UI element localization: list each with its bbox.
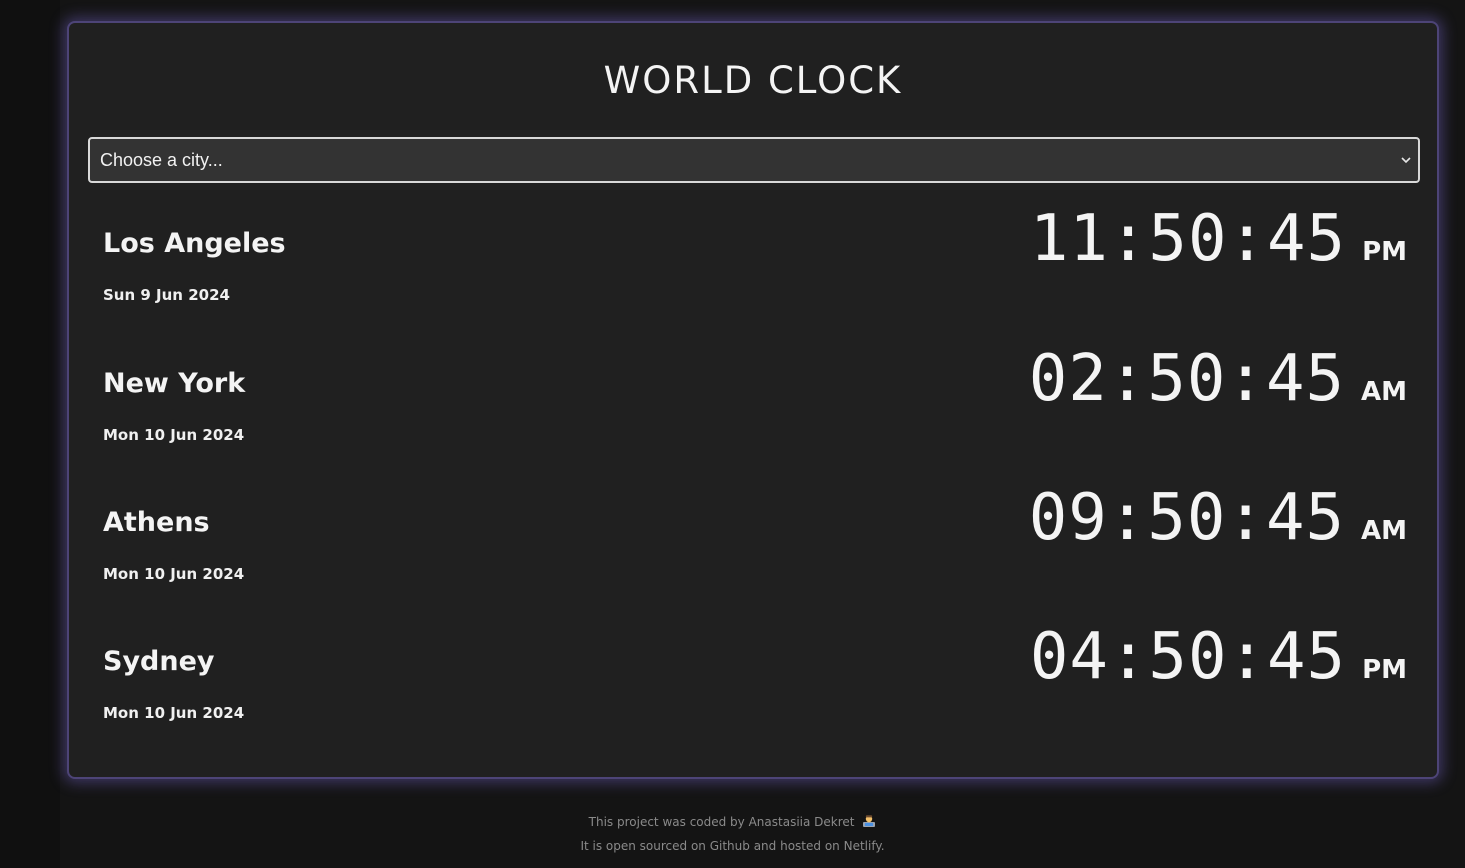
city-select[interactable]: Choose a city... bbox=[88, 137, 1420, 183]
city-date: Mon 10 Jun 2024 bbox=[103, 426, 245, 444]
city-time-block: 04:50:45 PM bbox=[1030, 620, 1407, 694]
city-date: Mon 10 Jun 2024 bbox=[103, 565, 245, 583]
city-time-block: 02:50:45 AM bbox=[1029, 342, 1407, 416]
chevron-down-icon bbox=[1401, 157, 1411, 164]
city-ampm: AM bbox=[1361, 516, 1407, 546]
page-side-strip bbox=[0, 0, 60, 868]
footer-source-text: It is bbox=[580, 839, 606, 853]
world-clock-card: WORLD CLOCK Choose a city... Los Angeles… bbox=[67, 21, 1439, 779]
city-ampm: AM bbox=[1361, 377, 1407, 407]
city-name: Sydney bbox=[103, 646, 215, 677]
technologist-emoji-icon bbox=[863, 815, 876, 827]
city-date: Mon 10 Jun 2024 bbox=[103, 704, 245, 722]
footer-credit-text: This project was coded by bbox=[588, 815, 749, 829]
page-title: WORLD CLOCK bbox=[603, 59, 903, 102]
city-row-athens: Athens Mon 10 Jun 2024 09:50:45 AM bbox=[103, 481, 1407, 617]
city-name: New York bbox=[103, 368, 246, 399]
city-row-sydney: Sydney Mon 10 Jun 2024 04:50:45 PM bbox=[103, 620, 1407, 756]
city-time-block: 11:50:45 PM bbox=[1030, 202, 1407, 276]
footer-source-period: . bbox=[880, 839, 885, 853]
city-ampm: PM bbox=[1362, 655, 1407, 685]
city-row-new-york: New York Mon 10 Jun 2024 02:50:45 AM bbox=[103, 342, 1407, 478]
author-link[interactable]: Anastasiia Dekret bbox=[749, 815, 855, 829]
city-time: 09:50:45 bbox=[1028, 481, 1345, 555]
city-time: 11:50:45 bbox=[1029, 202, 1347, 276]
city-time-block: 09:50:45 AM bbox=[1029, 481, 1407, 555]
city-time: 04:50:45 bbox=[1029, 620, 1347, 694]
footer-source-info: It is open sourced on Github and hosted … bbox=[0, 839, 1465, 853]
github-link[interactable]: open sourced on Github bbox=[606, 839, 750, 853]
footer-source-and: and bbox=[749, 839, 781, 853]
city-time: 02:50:45 bbox=[1028, 342, 1345, 416]
city-date: Sun 9 Jun 2024 bbox=[103, 286, 230, 304]
city-name: Los Angeles bbox=[103, 228, 286, 259]
netlify-link[interactable]: hosted on Netlify bbox=[780, 839, 881, 853]
city-row-los-angeles: Los Angeles Sun 9 Jun 2024 11:50:45 PM bbox=[103, 202, 1407, 338]
footer-credits: This project was coded by Anastasiia Dek… bbox=[0, 814, 1465, 829]
city-ampm: PM bbox=[1362, 237, 1407, 267]
city-name: Athens bbox=[103, 507, 210, 538]
city-select-value: Choose a city... bbox=[100, 150, 223, 170]
